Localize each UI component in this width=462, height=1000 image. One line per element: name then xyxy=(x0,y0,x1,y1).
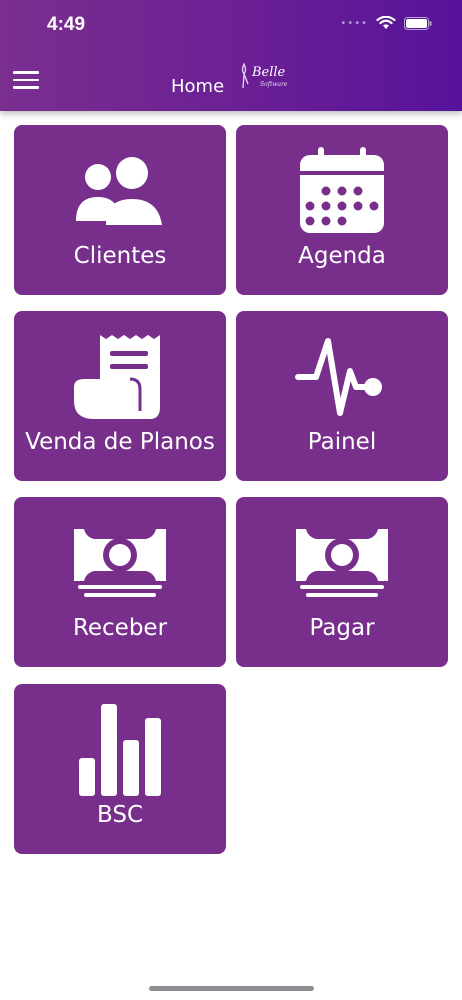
users-icon xyxy=(14,145,226,237)
signal-icon: •••• xyxy=(340,17,368,29)
tile-bsc[interactable]: BSC xyxy=(14,684,226,854)
tile-pagar[interactable]: Pagar xyxy=(236,497,448,667)
app-header: 4:49 •••• Home Belle Software xyxy=(0,0,462,111)
calendar-icon xyxy=(236,145,448,237)
wifi-icon xyxy=(376,16,396,29)
status-icons: •••• xyxy=(340,16,432,30)
money-icon xyxy=(14,517,226,609)
money-icon xyxy=(236,517,448,609)
tile-clientes[interactable]: Clientes xyxy=(14,125,226,295)
belle-logo: Belle Software xyxy=(241,62,288,89)
battery-icon xyxy=(404,16,432,30)
tile-painel[interactable]: Painel xyxy=(236,311,448,481)
status-time: 4:49 xyxy=(47,14,86,35)
page-title: Home xyxy=(171,76,225,97)
tile-label: BSC xyxy=(96,802,144,828)
tile-label: Venda de Planos xyxy=(25,429,215,455)
tile-venda-de-planos[interactable]: Venda de Planos xyxy=(14,311,226,481)
tile-label: Agenda xyxy=(298,243,386,269)
home-indicator[interactable] xyxy=(149,986,314,991)
pulse-icon xyxy=(236,331,448,423)
bar-chart-icon xyxy=(14,704,226,796)
tile-label: Receber xyxy=(72,615,168,641)
tile-agenda[interactable]: Agenda xyxy=(236,125,448,295)
receipt-icon xyxy=(14,331,226,423)
hamburger-menu-icon[interactable] xyxy=(13,71,39,91)
tile-label: Painel xyxy=(307,429,377,455)
tile-receber[interactable]: Receber xyxy=(14,497,226,667)
svg-text:Belle: Belle xyxy=(251,65,286,80)
tile-label: Pagar xyxy=(309,615,375,641)
tile-label: Clientes xyxy=(73,243,167,269)
svg-text:Software: Software xyxy=(260,81,288,88)
